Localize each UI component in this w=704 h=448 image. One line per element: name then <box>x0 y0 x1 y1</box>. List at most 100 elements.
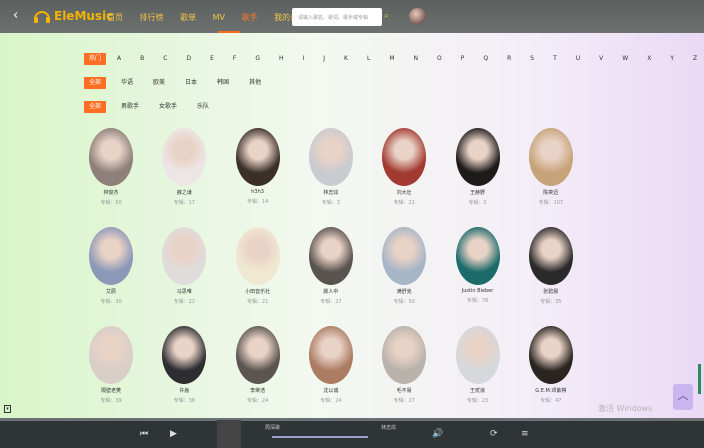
artist-card[interactable]: 林俊杰 专辑：50 <box>76 128 146 206</box>
previous-track-icon[interactable]: ⏮ <box>140 429 148 439</box>
artist-name[interactable]: 林志炫 <box>296 189 366 196</box>
letter-chip[interactable]: X <box>642 53 656 65</box>
letter-chip[interactable]: C <box>158 53 172 65</box>
loop-icon[interactable]: ⟳ <box>490 429 498 439</box>
artist-name[interactable]: 陈奕迅 <box>516 189 586 196</box>
artist-photo[interactable] <box>528 326 573 384</box>
regions-chip[interactable]: 日本 <box>180 77 202 89</box>
play-icon[interactable]: ▶ <box>170 429 177 439</box>
letter-chip[interactable]: U <box>571 53 585 65</box>
regions-chip[interactable]: 全部 <box>84 77 107 89</box>
artist-card[interactable]: h3h3 专辑：14 <box>223 128 293 205</box>
artist-name[interactable]: 许嵩 <box>149 387 219 394</box>
artist-photo[interactable] <box>162 128 207 186</box>
artist-name[interactable]: 艾辰 <box>76 288 146 295</box>
playback-progress[interactable] <box>272 436 368 438</box>
artist-photo[interactable] <box>162 227 207 285</box>
back-to-top-button[interactable]: ︿ <box>673 384 693 410</box>
letter-chip-hot[interactable]: 热门 <box>84 53 107 65</box>
artist-name[interactable]: h3h3 <box>223 189 293 195</box>
artist-card[interactable]: G.E.M.邓紫棋 专辑：47 <box>516 326 586 404</box>
volume-icon[interactable]: 🔊 <box>432 429 443 439</box>
search-input[interactable]: 请输入歌名、歌词、歌手或专辑 <box>292 8 382 26</box>
letter-chip[interactable]: B <box>135 53 149 65</box>
regions-chip[interactable]: 欧美 <box>148 77 170 89</box>
artist-card[interactable]: 艾辰 专辑：30 <box>76 227 146 305</box>
artist-name[interactable]: 王贰浪 <box>443 387 513 394</box>
letter-chip[interactable]: N <box>409 53 424 65</box>
nav-home[interactable]: 首页 <box>107 12 123 23</box>
letter-chip[interactable]: Q <box>478 53 493 65</box>
artist-card[interactable]: 王赫野 专辑：2 <box>443 128 513 206</box>
letter-chip[interactable]: W <box>617 53 633 65</box>
artist-card[interactable]: 马思唯 专辑：22 <box>149 227 219 305</box>
artist-name[interactable]: 薛之谦 <box>149 189 219 196</box>
artist-name[interactable]: 满舒克 <box>369 288 439 295</box>
nav-charts[interactable]: 排行榜 <box>140 12 164 23</box>
letter-chip[interactable]: S <box>525 53 539 65</box>
artist-card[interactable]: 薛之谦 专辑：17 <box>149 128 219 206</box>
artist-photo[interactable] <box>455 326 500 384</box>
regions-chip[interactable]: 韩国 <box>212 77 234 89</box>
artist-card[interactable]: 小田音乐社 专辑：21 <box>223 227 293 305</box>
search-icon[interactable]: ⌕ <box>384 11 396 23</box>
artist-photo[interactable] <box>162 326 207 384</box>
artist-card[interactable]: Justin Bieber 专辑：78 <box>443 227 513 304</box>
artist-photo[interactable] <box>382 128 427 186</box>
artist-photo[interactable] <box>89 227 133 285</box>
artist-card[interactable]: 林志炫 专辑：3 <box>296 128 366 206</box>
letter-chip[interactable]: J <box>318 53 330 65</box>
user-avatar[interactable] <box>409 8 426 25</box>
letter-chip[interactable]: L <box>362 53 375 65</box>
artist-name[interactable]: 李荣浩 <box>223 387 293 394</box>
playlist-icon[interactable]: ≡ <box>521 429 529 439</box>
artist-name[interactable]: G.E.M.邓紫棋 <box>516 387 586 394</box>
artist-card[interactable]: 张碧晨 专辑：35 <box>516 227 586 305</box>
letter-chip[interactable]: Z <box>688 53 702 65</box>
artist-card[interactable]: 王贰浪 专辑：23 <box>443 326 513 404</box>
letter-chip[interactable]: I <box>297 53 309 65</box>
artist-name[interactable]: 小田音乐社 <box>223 288 293 295</box>
letter-chip[interactable]: H <box>274 53 289 65</box>
letter-chip[interactable]: P <box>456 53 470 65</box>
artist-name[interactable]: 张碧晨 <box>516 288 586 295</box>
artist-photo[interactable] <box>89 128 133 186</box>
artist-photo[interactable] <box>308 128 353 186</box>
artist-photo[interactable] <box>528 227 573 285</box>
back-button[interactable]: ‹ <box>13 8 18 23</box>
artist-photo[interactable] <box>235 326 280 384</box>
letter-chip[interactable]: M <box>384 53 399 65</box>
nav-playlists[interactable]: 歌单 <box>180 12 196 23</box>
artist-card[interactable]: 沈以诚 专辑：24 <box>296 326 366 404</box>
artist-photo[interactable] <box>382 227 427 285</box>
scrollbar-thumb[interactable] <box>698 364 701 394</box>
regions-chip[interactable]: 其他 <box>244 77 266 89</box>
artist-name[interactable]: 毛不易 <box>369 387 439 394</box>
letter-chip[interactable]: O <box>432 53 447 65</box>
artist-name[interactable]: 刘大壮 <box>369 189 439 196</box>
artist-name[interactable]: Justin Bieber <box>443 288 513 294</box>
artist-card[interactable]: 毛不易 专辑：27 <box>369 326 439 404</box>
artist-photo[interactable] <box>235 227 280 285</box>
regions-chip[interactable]: 华语 <box>116 77 138 89</box>
artist-card[interactable]: 许嵩 专辑：38 <box>149 326 219 404</box>
artist-card[interactable]: 陈奕迅 专辑：107 <box>516 128 586 206</box>
artist-card[interactable]: 颜人中 专辑：27 <box>296 227 366 305</box>
artist-card[interactable]: 满舒克 专辑：50 <box>369 227 439 305</box>
types-chip[interactable]: 女歌手 <box>154 101 182 113</box>
letter-chip[interactable]: R <box>502 53 516 65</box>
letter-chip[interactable]: D <box>181 53 196 65</box>
artist-photo[interactable] <box>382 326 427 384</box>
artist-card[interactable]: 李荣浩 专辑：24 <box>223 326 293 404</box>
collapse-player-icon[interactable]: ▾ <box>4 405 11 413</box>
letter-chip[interactable]: V <box>594 53 608 65</box>
letter-chip[interactable]: Y <box>665 53 679 65</box>
artist-name[interactable]: 林俊杰 <box>76 189 146 196</box>
nav-artists[interactable]: 歌手 <box>242 12 258 23</box>
types-chip[interactable]: 男歌手 <box>116 101 144 113</box>
artist-photo[interactable] <box>455 128 500 186</box>
letter-chip[interactable]: G <box>250 53 265 65</box>
artist-name[interactable]: 沈以诚 <box>296 387 366 394</box>
artist-card[interactable]: 刘大壮 专辑：21 <box>369 128 439 206</box>
letter-chip[interactable]: E <box>205 53 219 65</box>
